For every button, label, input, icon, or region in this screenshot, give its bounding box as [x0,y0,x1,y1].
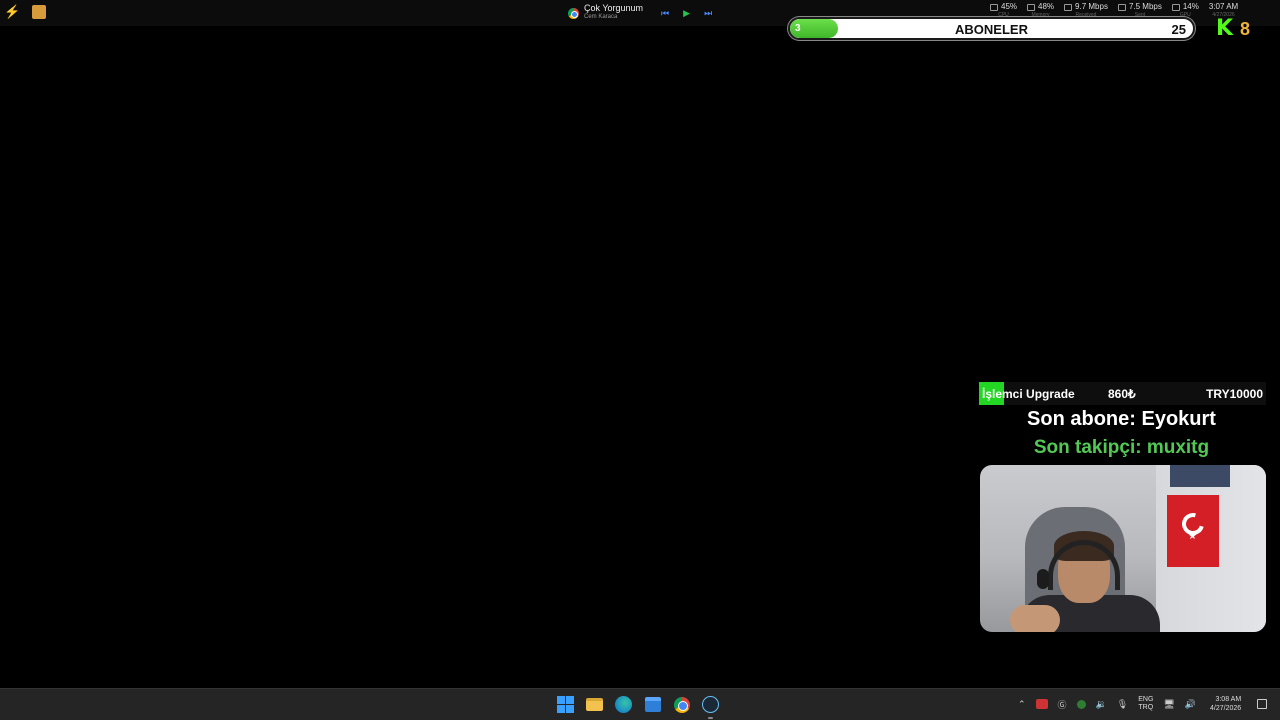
download-icon [1064,3,1073,11]
tray-status-icon[interactable] [1076,699,1086,709]
last-subscriber: Son abone: Eyokurt [1027,408,1216,430]
turkish-flag-icon: ★ [1167,495,1219,567]
media-title: Çok Yorgunum [584,3,644,13]
kick-viewer-count: 8 [1240,19,1251,39]
donation-goal-target: TRY10000 [1206,387,1263,401]
skip-next-icon[interactable]: ⏭ [704,8,712,19]
tray-g-icon[interactable]: Ⓖ [1058,698,1067,711]
media-artist: Cem Karaca [584,14,618,20]
play-icon[interactable]: ▶ [683,8,690,19]
desktop: ⚡ Çok Yorgunum Cem Karaca ⏮ ▶ ⏭ 45% CPU … [0,0,1280,720]
headset-earcup [1037,569,1049,589]
notification-icon[interactable] [1257,699,1267,709]
skip-previous-icon[interactable]: ⏮ [661,8,669,19]
chrome-icon [568,7,579,19]
gpu-icon [1171,3,1180,11]
subscriber-goal-label: ABONELER [955,22,1028,37]
language-indicator[interactable]: ENG TRQ [1138,696,1153,712]
taskbar-clock[interactable]: 3:08 AM 4/27/2026 [1210,695,1241,713]
subscriber-goal-bar: 3 ABONELER 25 [788,17,1195,40]
download-value: 9.7 Mbps [1075,2,1108,11]
taskbar: ⌃ Ⓖ 🔉 🎙 ENG TRQ 🖥 🔊 3:08 AM 4/27/2026 [0,688,1280,720]
top-clock-time: 3:07 AM [1208,2,1239,11]
donation-goal-bar: İşlemci Upgrade 860₺ TRY10000 [979,382,1266,405]
memory-value: 48% [1038,2,1055,11]
taskbar-clock-time: 3:08 AM [1215,696,1242,703]
kick-logo-icon: K [1216,16,1234,41]
webcam-feed: ★ [980,465,1266,632]
cpu-icon [990,3,998,11]
chevron-up-icon[interactable]: ⌃ [1018,699,1026,710]
network-icon[interactable]: 🖥 [1163,699,1174,710]
steam-icon[interactable] [701,695,720,719]
bolt-icon[interactable]: ⚡ [4,5,20,19]
webcam-shelf [1170,465,1230,487]
volume-icon[interactable]: 🔉 [1096,699,1107,710]
edge-icon[interactable] [614,695,633,714]
start-icon[interactable] [556,695,575,714]
upload-value: 7.5 Mbps [1128,2,1162,11]
upload-icon [1117,3,1126,11]
donation-goal-title: İşlemci Upgrade [982,387,1075,401]
store-icon[interactable] [643,695,662,714]
gpu-value: 14% [1182,2,1199,11]
system-tray: ⌃ Ⓖ 🔉 🎙 ENG TRQ 🖥 🔊 [1018,696,1196,712]
subscriber-goal-target: 25 [1171,22,1186,37]
memory-icon [1027,3,1036,11]
speaker-icon[interactable]: 🔊 [1185,699,1196,710]
donation-goal-current: 860₺ [1108,387,1136,401]
media-widget[interactable]: Çok Yorgunum Cem Karaca ⏮ ▶ ⏭ [568,4,712,22]
last-follower: Son takipçi: muxitg [1033,437,1210,458]
file-explorer-icon[interactable] [585,695,604,714]
webcam-person-hand [1010,605,1060,632]
taskbar-clock-date: 4/27/2026 [1210,705,1242,712]
microphone-icon[interactable]: 🎙 [1117,699,1128,710]
package-icon[interactable] [32,5,46,19]
tray-app-icon[interactable] [1035,699,1048,709]
chrome-icon[interactable] [672,695,691,714]
cpu-value: 45% [1001,2,1018,11]
